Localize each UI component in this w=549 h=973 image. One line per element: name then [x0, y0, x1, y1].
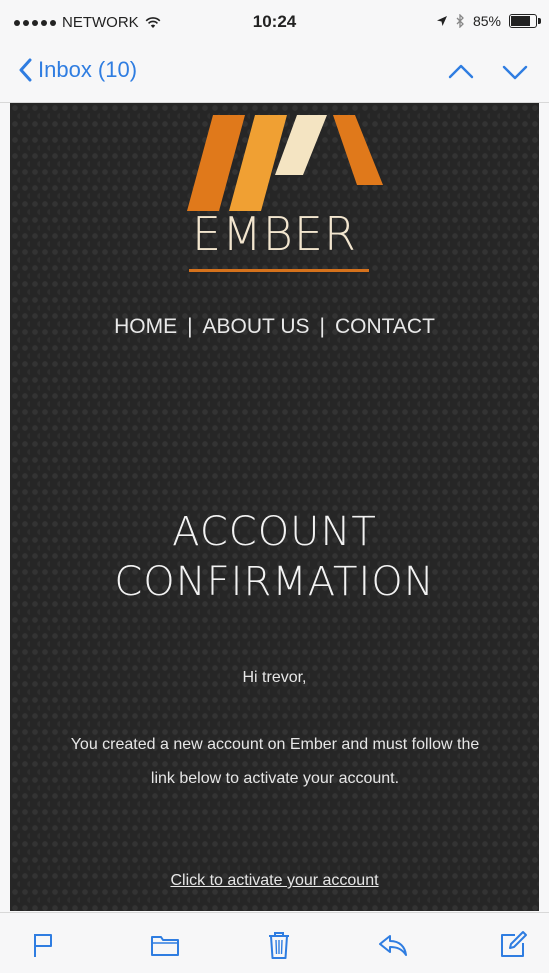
body-paragraph: You created a new account on Ember and m… — [70, 736, 480, 787]
menu-about-link[interactable]: ABOUT US — [203, 315, 310, 338]
email-title: ACCOUNT CONFIRMATION — [10, 507, 539, 607]
next-message-icon[interactable] — [501, 58, 529, 86]
mail-nav-bar: Inbox (10) — [0, 44, 549, 103]
flag-button[interactable] — [26, 928, 60, 962]
back-to-inbox-button[interactable]: Inbox (10) — [18, 57, 137, 83]
message-navigation — [447, 58, 529, 86]
brand-underline — [189, 269, 369, 272]
menu-separator: | — [319, 315, 325, 338]
greeting-text: Hi trevor, — [242, 669, 307, 686]
menu-separator: | — [187, 315, 193, 338]
menu-contact-link[interactable]: CONTACT — [335, 315, 435, 338]
folder-icon — [151, 936, 179, 956]
email-menu: HOME | ABOUT US | CONTACT — [10, 315, 539, 339]
status-bar: NETWORK 10:24 85% — [0, 0, 549, 44]
compose-icon — [501, 931, 527, 957]
status-right: 85% — [436, 13, 541, 29]
email-body: EMBER HOME | ABOUT US | CONTACT ACCOUNT CONF… — [10, 103, 539, 911]
previous-message-icon[interactable] — [447, 58, 475, 86]
trash-icon — [269, 932, 289, 959]
reply-icon — [379, 935, 407, 956]
chevron-left-icon — [19, 58, 32, 82]
move-folder-button[interactable] — [148, 928, 182, 962]
battery-fill — [511, 16, 530, 26]
menu-home-link[interactable]: HOME — [114, 315, 177, 338]
title-line-2: CONFIRMATION — [114, 559, 435, 605]
reply-button[interactable] — [376, 928, 410, 962]
brand-name: EMBER — [192, 207, 357, 261]
ember-logo-icon — [187, 115, 383, 211]
activation-link-wrapper: Click to activate your account — [10, 872, 539, 890]
back-label: Inbox (10) — [38, 57, 138, 82]
location-arrow-icon — [436, 16, 447, 26]
battery-percent: 85% — [472, 13, 501, 29]
compose-button[interactable] — [496, 928, 530, 962]
phone-screen: NETWORK 10:24 85% Inbox (10) EMBER HOME … — [0, 0, 549, 973]
mail-toolbar — [0, 912, 549, 973]
title-line-1: ACCOUNT — [172, 509, 377, 555]
activate-account-link[interactable]: Click to activate your account — [170, 872, 378, 889]
flag-icon — [34, 934, 52, 957]
battery-icon — [509, 14, 541, 28]
bluetooth-icon — [456, 14, 464, 28]
delete-button[interactable] — [262, 928, 296, 962]
